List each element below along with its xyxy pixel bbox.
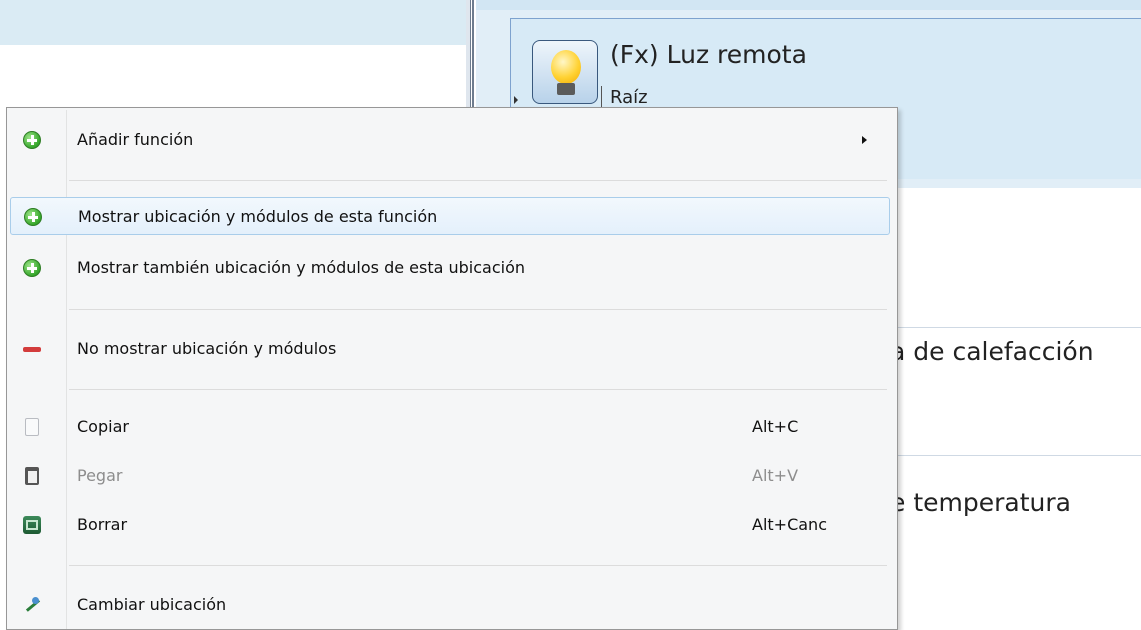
copy-icon <box>25 418 39 436</box>
row-divider <box>880 455 1141 456</box>
menu-item-label: Copiar <box>77 417 129 436</box>
menu-separator <box>69 180 887 181</box>
menu-item-show-location-also[interactable]: Mostrar también ubicación y módulos de e… <box>10 249 890 287</box>
list-item-heating[interactable]: a de calefacción <box>890 337 1094 366</box>
node-title: (Fx) Luz remota <box>610 40 807 69</box>
menu-separator <box>69 389 887 390</box>
menu-item-copy[interactable]: Copiar Alt+C <box>10 408 890 446</box>
menu-item-shortcut: Alt+Canc <box>752 515 827 534</box>
menu-item-shortcut: Alt+V <box>752 466 799 485</box>
bulb-glass <box>551 50 581 84</box>
menu-item-label: No mostrar ubicación y módulos <box>77 339 337 358</box>
paste-icon <box>25 467 39 485</box>
menu-item-label: Pegar <box>77 466 123 485</box>
menu-item-add-function[interactable]: Añadir función <box>10 121 890 159</box>
menu-item-hide-location[interactable]: No mostrar ubicación y módulos <box>10 330 890 368</box>
left-pane-header <box>0 0 466 45</box>
menu-item-paste: Pegar Alt+V <box>10 457 890 495</box>
context-menu: Añadir función Mostrar ubicación y módul… <box>6 107 898 630</box>
menu-separator <box>69 309 887 310</box>
add-icon <box>24 208 42 226</box>
menu-item-delete[interactable]: Borrar Alt+Canc <box>10 506 890 544</box>
menu-item-label: Mostrar ubicación y módulos de esta func… <box>78 207 438 226</box>
menu-separator <box>69 565 887 566</box>
light-bulb-icon <box>532 40 598 104</box>
menu-item-label: Añadir función <box>77 130 194 149</box>
menu-item-label: Borrar <box>77 515 128 534</box>
bulb-base <box>557 83 575 95</box>
right-pane-header <box>476 0 1141 10</box>
remove-icon <box>23 340 41 358</box>
submenu-arrow-icon <box>862 136 867 144</box>
add-icon <box>23 259 41 277</box>
menu-item-shortcut: Alt+C <box>752 417 799 436</box>
menu-item-change-location[interactable]: Cambiar ubicación <box>10 586 890 624</box>
move-icon <box>23 596 41 614</box>
menu-item-show-location-function[interactable]: Mostrar ubicación y módulos de esta func… <box>10 197 890 235</box>
list-item-temperature[interactable]: e temperatura <box>890 488 1071 517</box>
menu-item-label: Cambiar ubicación <box>77 595 227 614</box>
expand-arrow-icon[interactable] <box>514 96 518 104</box>
delete-icon <box>23 516 41 534</box>
icon-gutter-divider <box>66 110 67 629</box>
row-divider <box>880 327 1141 328</box>
add-icon <box>23 131 41 149</box>
menu-item-label: Mostrar también ubicación y módulos de e… <box>77 258 526 277</box>
